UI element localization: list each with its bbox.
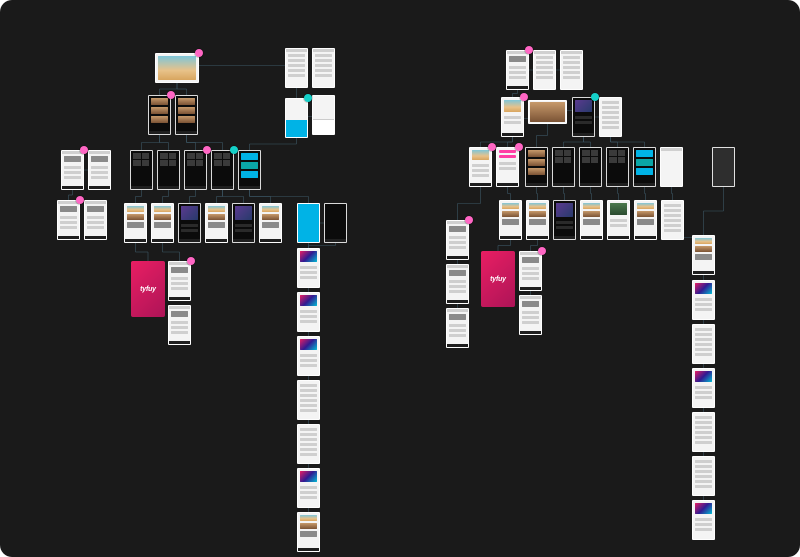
screen-frame-L-r4e[interactable] bbox=[178, 203, 201, 243]
screen-frame-L-r2d[interactable] bbox=[312, 95, 335, 135]
screen-frame-L-r3d[interactable] bbox=[157, 150, 180, 190]
screen-frame-R-r6b[interactable] bbox=[519, 295, 542, 335]
screen-frame-R-r6a[interactable] bbox=[519, 251, 542, 291]
screen-frame-R-r3d[interactable] bbox=[552, 147, 575, 187]
screen-frame-L-r3b[interactable] bbox=[88, 150, 111, 190]
screen-frame-R-t3[interactable] bbox=[560, 50, 583, 90]
screen-frame-L-s7[interactable] bbox=[297, 512, 320, 552]
screen-frame-L-s4[interactable] bbox=[297, 380, 320, 420]
screen-frame-R-r5c[interactable] bbox=[446, 308, 469, 348]
splash-screen-R-splash[interactable]: tyfuy bbox=[481, 251, 515, 307]
screen-frame-L-r2b[interactable] bbox=[175, 95, 198, 135]
screen-frame-L-r2a[interactable] bbox=[148, 95, 171, 135]
screen-frame-L-r4d[interactable] bbox=[151, 203, 174, 243]
screen-frame-L-hero[interactable] bbox=[155, 53, 199, 83]
screen-frame-R-r3f[interactable] bbox=[606, 147, 629, 187]
screen-frame-L-t2[interactable] bbox=[312, 48, 335, 88]
screen-frame-R-r3b[interactable] bbox=[496, 147, 519, 187]
screen-frame-L-r4a[interactable] bbox=[57, 200, 80, 240]
screen-frame-R-r4a[interactable] bbox=[499, 200, 522, 240]
screen-frame-R-r2c[interactable] bbox=[599, 97, 622, 137]
screen-frame-L-r4j[interactable] bbox=[324, 203, 347, 243]
screen-frame-L-r3g[interactable] bbox=[238, 150, 261, 190]
screen-frame-L-s3[interactable] bbox=[297, 336, 320, 376]
screen-frame-R-r4f[interactable] bbox=[634, 200, 657, 240]
screen-frame-L-r3f[interactable] bbox=[211, 150, 234, 190]
screen-frame-R-r3g[interactable] bbox=[633, 147, 656, 187]
screen-frame-R-r4g[interactable] bbox=[661, 200, 684, 240]
screen-frame-R-s6[interactable] bbox=[692, 500, 715, 540]
screen-frame-L-r5a[interactable] bbox=[168, 261, 191, 301]
screen-frame-R-r2a[interactable] bbox=[501, 97, 524, 137]
screen-frame-L-r4h[interactable] bbox=[259, 203, 282, 243]
screen-frame-L-r3a[interactable] bbox=[61, 150, 84, 190]
screen-frame-R-r4e[interactable] bbox=[607, 200, 630, 240]
screen-frame-R-s2[interactable] bbox=[692, 324, 715, 364]
screen-frame-L-r2c[interactable] bbox=[285, 98, 308, 138]
screen-frame-L-r4g[interactable] bbox=[232, 203, 255, 243]
screen-frame-L-t1[interactable] bbox=[285, 48, 308, 88]
design-canvas[interactable]: tyfuy tyfuy bbox=[0, 0, 800, 557]
screen-frame-L-r4b[interactable] bbox=[84, 200, 107, 240]
screen-frame-L-r4f[interactable] bbox=[205, 203, 228, 243]
screen-frame-R-r3e[interactable] bbox=[579, 147, 602, 187]
screen-frame-R-s0[interactable] bbox=[692, 235, 715, 275]
screen-frame-L-r4c[interactable] bbox=[124, 203, 147, 243]
screen-frame-R-s1[interactable] bbox=[692, 280, 715, 320]
screen-frame-R-t2[interactable] bbox=[533, 50, 556, 90]
screen-frame-R-r2b[interactable] bbox=[572, 97, 595, 137]
screen-frame-L-s6[interactable] bbox=[297, 468, 320, 508]
brand-logo-text: tyfuy bbox=[490, 276, 506, 283]
screen-frame-R-s4[interactable] bbox=[692, 412, 715, 452]
screen-frame-R-r4b[interactable] bbox=[526, 200, 549, 240]
screen-frame-L-r4i[interactable] bbox=[297, 203, 320, 243]
screen-frame-L-r3e[interactable] bbox=[184, 150, 207, 190]
screen-frame-R-r2hero[interactable] bbox=[528, 100, 567, 124]
screen-frame-R-s3[interactable] bbox=[692, 368, 715, 408]
splash-screen-L-splash[interactable]: tyfuy bbox=[131, 261, 165, 317]
screen-frame-L-s2[interactable] bbox=[297, 292, 320, 332]
screen-frame-R-r5a[interactable] bbox=[446, 220, 469, 260]
screen-frame-R-r5b[interactable] bbox=[446, 264, 469, 304]
connector-layer bbox=[0, 0, 800, 557]
screen-frame-R-r4d[interactable] bbox=[580, 200, 603, 240]
screen-frame-R-r3c[interactable] bbox=[525, 147, 548, 187]
screen-frame-R-t1[interactable] bbox=[506, 50, 529, 90]
screen-frame-L-r3c[interactable] bbox=[130, 150, 153, 190]
brand-logo-text: tyfuy bbox=[140, 286, 156, 293]
screen-frame-R-s5[interactable] bbox=[692, 456, 715, 496]
screen-frame-L-r5b[interactable] bbox=[168, 305, 191, 345]
screen-frame-R-r3h[interactable] bbox=[660, 147, 683, 187]
screen-frame-L-s1[interactable] bbox=[297, 248, 320, 288]
screen-frame-R-r3i[interactable] bbox=[712, 147, 735, 187]
screen-frame-R-r4c[interactable] bbox=[553, 200, 576, 240]
screen-frame-L-s5[interactable] bbox=[297, 424, 320, 464]
screen-frame-R-r3a[interactable] bbox=[469, 147, 492, 187]
